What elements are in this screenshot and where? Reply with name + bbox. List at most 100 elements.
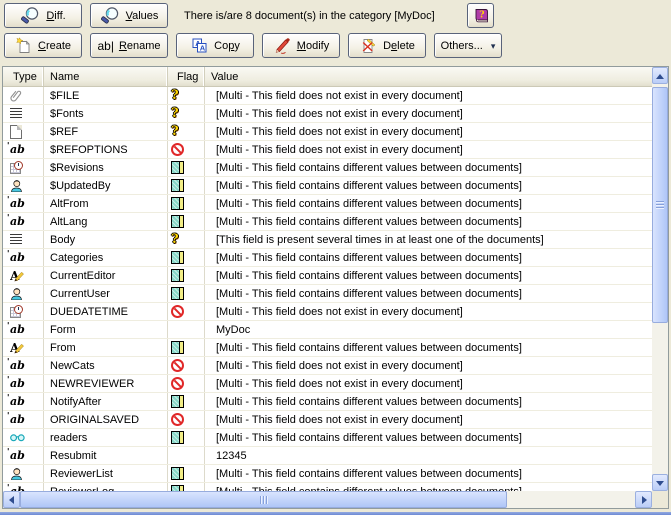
field-value: [Multi - This field does not exist in ev… (205, 105, 652, 122)
field-value: MyDoc (205, 321, 652, 338)
magnifier-icon (20, 6, 41, 25)
scroll-left-button[interactable] (3, 491, 20, 508)
document-icon (10, 125, 22, 139)
multivalue-flag-icon (171, 341, 184, 354)
text-field-icon: ab (10, 216, 25, 227)
create-button[interactable]: Create (4, 33, 82, 58)
text-field-icon: ab (10, 414, 25, 425)
table-row[interactable]: ab Form MyDoc (3, 321, 652, 339)
toolbar-actions: Create ab| Rename AA Copy Modify Delete … (4, 33, 502, 58)
field-name: AltLang (44, 213, 168, 230)
toolbar-top: Diff. Values There is/are 8 document(s) … (4, 3, 435, 28)
modify-button[interactable]: Modify (262, 33, 340, 58)
table-row[interactable]: ab Resubmit 12345 (3, 447, 652, 465)
delete-button[interactable]: Delete (348, 33, 426, 58)
column-header-value[interactable]: Value (205, 67, 652, 86)
field-value: [Multi - This field does not exist in ev… (205, 375, 652, 392)
text-field-icon: ab (10, 252, 25, 263)
field-name: ReviewerLog (44, 483, 168, 491)
field-name: $REFOPTIONS (44, 141, 168, 158)
table-row[interactable]: ab ReviewerLog [Multi - This field conta… (3, 483, 652, 491)
scroll-down-button[interactable] (652, 474, 668, 491)
column-header-type[interactable]: Type (3, 67, 44, 86)
text-field-icon: ab (10, 144, 25, 155)
rename-button[interactable]: ab| Rename (90, 33, 168, 58)
horizontal-scrollbar[interactable] (3, 491, 652, 508)
multivalue-flag-icon (171, 431, 184, 444)
table-row[interactable]: A CurrentEditor [Multi - This field cont… (3, 267, 652, 285)
field-name: ORIGINALSAVED (44, 411, 168, 428)
modify-pen-icon (273, 37, 292, 54)
table-row[interactable]: ab NewCats [Multi - This field does not … (3, 357, 652, 375)
richtext-icon (10, 108, 22, 119)
column-header-flag[interactable]: Flag (168, 67, 205, 86)
field-value: [Multi - This field does not exist in ev… (205, 123, 652, 140)
table-row[interactable]: $Revisions [Multi - This field contains … (3, 159, 652, 177)
no-entry-flag-icon (171, 377, 184, 390)
authors-icon: A (10, 341, 25, 354)
diff-button[interactable]: Diff. (4, 3, 82, 28)
field-value: [Multi - This field contains different v… (205, 393, 652, 410)
table-body: $FILE ? [Multi - This field does not exi… (3, 87, 652, 491)
table-row[interactable]: readers [Multi - This field contains dif… (3, 429, 652, 447)
table-row[interactable]: $FILE ? [Multi - This field does not exi… (3, 87, 652, 105)
table-row[interactable]: $Fonts ? [Multi - This field does not ex… (3, 105, 652, 123)
category-message: There is/are 8 document(s) in the catego… (184, 10, 435, 22)
table-row[interactable]: ab $REFOPTIONS [Multi - This field does … (3, 141, 652, 159)
new-document-icon (15, 37, 33, 55)
vertical-scrollbar[interactable] (652, 67, 668, 491)
copy-button[interactable]: AA Copy (176, 33, 254, 58)
table-row[interactable]: $REF ? [Multi - This field does not exis… (3, 123, 652, 141)
scroll-up-button[interactable] (652, 67, 668, 84)
table-row[interactable]: $UpdatedBy [Multi - This field contains … (3, 177, 652, 195)
field-name: $Fonts (44, 105, 168, 122)
authors-icon: A (10, 269, 25, 282)
multivalue-flag-icon (171, 287, 184, 300)
text-field-icon: ab (10, 450, 25, 461)
table-row[interactable]: ab AltFrom [Multi - This field contains … (3, 195, 652, 213)
field-name: DUEDATETIME (44, 303, 168, 320)
help-button[interactable]: ? (467, 3, 494, 28)
field-browser-window: Diff. Values There is/are 8 document(s) … (0, 0, 671, 515)
vertical-scrollbar-thumb[interactable] (652, 87, 668, 323)
field-value: [This field is present several times in … (205, 231, 652, 248)
field-list: Type Name Flag Value $FILE ? [Multi - Th… (2, 66, 669, 509)
field-name: readers (44, 429, 168, 446)
text-field-icon: ab (10, 378, 25, 389)
table-row[interactable]: ab AltLang [Multi - This field contains … (3, 213, 652, 231)
field-name: Form (44, 321, 168, 338)
table-row[interactable]: CurrentUser [Multi - This field contains… (3, 285, 652, 303)
table-row[interactable]: Body ? [This field is present several ti… (3, 231, 652, 249)
table-row[interactable]: ab ORIGINALSAVED [Multi - This field doe… (3, 411, 652, 429)
magnifier-icon (100, 6, 121, 25)
table-row[interactable]: ReviewerList [Multi - This field contain… (3, 465, 652, 483)
field-name: AltFrom (44, 195, 168, 212)
horizontal-scrollbar-thumb[interactable] (20, 491, 507, 508)
field-value: 12345 (205, 447, 652, 464)
text-field-icon: ab (10, 198, 25, 209)
question-flag-icon: ? (171, 233, 179, 246)
scroll-right-button[interactable] (635, 491, 652, 508)
values-button[interactable]: Values (90, 3, 168, 28)
person-icon (10, 467, 23, 480)
table-row[interactable]: ab NotifyAfter [Multi - This field conta… (3, 393, 652, 411)
datetime-icon (10, 161, 23, 174)
question-flag-icon: ? (171, 107, 179, 120)
table-row[interactable]: DUEDATETIME [Multi - This field does not… (3, 303, 652, 321)
table-row[interactable]: ab NEWREVIEWER [Multi - This field does … (3, 375, 652, 393)
no-entry-flag-icon (171, 413, 184, 426)
table-row[interactable]: ab Categories [Multi - This field contai… (3, 249, 652, 267)
text-field-icon: ab (10, 396, 25, 407)
field-name: NotifyAfter (44, 393, 168, 410)
scrollbar-corner (652, 491, 668, 508)
delete-icon (359, 37, 378, 55)
field-value: [Multi - This field does not exist in ev… (205, 303, 652, 320)
no-entry-flag-icon (171, 305, 184, 318)
svg-text:A: A (200, 43, 206, 52)
others-dropdown-button[interactable]: Others... ▾ (434, 33, 502, 58)
field-name: Categories (44, 249, 168, 266)
multivalue-flag-icon (171, 179, 184, 192)
column-header-name[interactable]: Name (44, 67, 168, 86)
table-row[interactable]: A From [Multi - This field contains diff… (3, 339, 652, 357)
richtext-icon (10, 234, 22, 245)
